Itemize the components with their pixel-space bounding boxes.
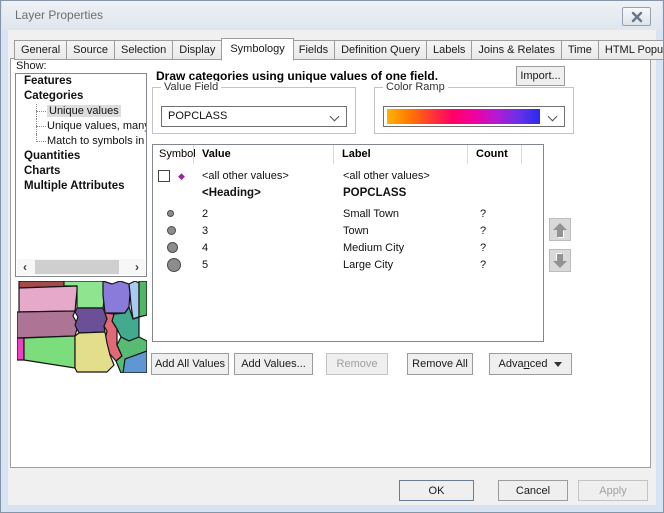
color-ramp-dropdown[interactable] [383, 106, 565, 127]
cell-label: Town [334, 225, 468, 237]
tab-selection[interactable]: Selection [115, 40, 173, 60]
dialog-client-area: GeneralSourceSelectionDisplaySymbologyFi… [8, 30, 656, 505]
tree-item-categories[interactable]: Categories [16, 89, 146, 104]
window-title: Layer Properties [15, 8, 103, 22]
remove-all-button[interactable]: Remove All [407, 353, 473, 375]
map-preview-thumbnail [17, 281, 147, 373]
arrow-down-icon [553, 254, 567, 268]
tab-html-popup[interactable]: HTML Popup [599, 40, 664, 60]
apply-button: Apply [578, 480, 648, 501]
caret-down-icon [554, 362, 562, 371]
import-button[interactable]: Import... [516, 66, 565, 86]
show-label: Show: [16, 60, 47, 72]
all-other-values-checkbox[interactable] [158, 170, 170, 182]
scroll-right-icon[interactable]: › [129, 259, 145, 275]
circle-symbol[interactable] [153, 222, 194, 239]
chevron-down-icon [548, 112, 558, 122]
symbology-tab-page: Show: FeaturesCategoriesUnique valuesUni… [10, 58, 651, 468]
scroll-left-icon[interactable]: ‹ [17, 259, 33, 275]
tree-horizontal-scrollbar[interactable]: ‹ › [17, 259, 145, 275]
value-field-group: Value Field POPCLASS [152, 87, 356, 134]
value-field-dropdown[interactable]: POPCLASS [161, 106, 347, 127]
circle-symbol[interactable] [153, 205, 194, 222]
all-other-values-symbol[interactable]: ◆ [153, 167, 194, 184]
scrollbar-thumb[interactable] [35, 260, 119, 274]
cell-value: 5 [194, 259, 334, 271]
table-row[interactable]: 2Small Town? [153, 205, 543, 222]
tree-item-features[interactable]: Features [16, 74, 146, 89]
tree-item-unique-values-many[interactable]: Unique values, many [16, 119, 146, 134]
circle-icon [167, 242, 178, 253]
cell-value: 3 [194, 225, 334, 237]
color-ramp-label: Color Ramp [383, 81, 448, 93]
title-bar: Layer Properties [2, 1, 662, 30]
table-row[interactable]: ◆ <all other values><all other values> [153, 167, 543, 184]
cell-label: Large City [334, 259, 468, 271]
tree-item-quantities[interactable]: Quantities [16, 149, 146, 164]
show-tree-list[interactable]: FeaturesCategoriesUnique valuesUnique va… [15, 73, 147, 277]
chevron-down-icon [330, 112, 340, 122]
value-field-value: POPCLASS [168, 110, 227, 122]
cell-value: <all other values> [194, 170, 334, 182]
close-button[interactable] [622, 7, 651, 26]
unique-values-table[interactable]: SymbolValueLabelCount ◆ <all other values… [152, 144, 544, 342]
column-header-symbol: Symbol [153, 145, 194, 164]
remove-button: Remove [326, 353, 388, 375]
cell-label: POPCLASS [334, 187, 468, 199]
color-ramp-group: Color Ramp [374, 87, 574, 134]
advanced-button[interactable]: Advanced [489, 353, 572, 375]
column-header-value: Value [194, 145, 334, 164]
circle-icon [167, 258, 181, 272]
tab-labels[interactable]: Labels [427, 40, 472, 60]
table-row[interactable]: <Heading>POPCLASS [153, 184, 543, 201]
color-ramp-gradient [387, 109, 540, 124]
cell-count: ? [468, 225, 522, 237]
value-field-label: Value Field [161, 81, 221, 93]
ok-button[interactable]: OK [399, 480, 474, 501]
tab-joins-relates[interactable]: Joins & Relates [472, 40, 561, 60]
cell-count: ? [468, 259, 522, 271]
cancel-button[interactable]: Cancel [498, 480, 568, 501]
tab-symbology[interactable]: Symbology [221, 38, 293, 61]
cell-label: <all other values> [334, 170, 468, 182]
table-header-row: SymbolValueLabelCount [153, 145, 543, 164]
circle-symbol[interactable] [153, 256, 194, 273]
circle-symbol[interactable] [153, 239, 194, 256]
tab-source[interactable]: Source [67, 40, 115, 60]
cell-value: 4 [194, 242, 334, 254]
layer-properties-dialog: Layer Properties GeneralSourceSelectionD… [0, 0, 664, 513]
column-header-count: Count [468, 145, 522, 164]
cell-count: ? [468, 208, 522, 220]
tree-item-unique-values[interactable]: Unique values [16, 104, 146, 119]
cell-label: Medium City [334, 242, 468, 254]
circle-icon [167, 226, 176, 235]
arrow-up-icon [553, 223, 567, 237]
tab-general[interactable]: General [14, 40, 67, 60]
cell-value: <Heading> [194, 187, 334, 199]
add-values-button[interactable]: Add Values... [234, 353, 313, 375]
move-up-button [549, 218, 571, 241]
tree-item-multiple-attributes[interactable]: Multiple Attributes [16, 179, 146, 194]
cell-label: Small Town [334, 208, 468, 220]
table-row[interactable]: 4Medium City? [153, 239, 543, 256]
tab-time[interactable]: Time [562, 40, 599, 60]
add-all-values-button[interactable]: Add All Values [151, 353, 229, 375]
advanced-label: Advanced [499, 358, 548, 370]
empty-symbol [153, 184, 194, 201]
tab-fields[interactable]: Fields [293, 40, 335, 60]
cell-value: 2 [194, 208, 334, 220]
table-row[interactable]: 5Large City? [153, 256, 543, 273]
tab-bar: GeneralSourceSelectionDisplaySymbologyFi… [14, 38, 664, 60]
tree-item-charts[interactable]: Charts [16, 164, 146, 179]
diamond-icon: ◆ [178, 170, 185, 182]
column-header-label: Label [334, 145, 468, 164]
tree-item-match-to-symbols-in-a[interactable]: Match to symbols in a [16, 134, 146, 149]
circle-icon [167, 210, 174, 217]
tab-definition-query[interactable]: Definition Query [335, 40, 427, 60]
cell-count: ? [468, 242, 522, 254]
tab-display[interactable]: Display [173, 40, 222, 60]
table-row[interactable]: 3Town? [153, 222, 543, 239]
move-down-button [549, 249, 571, 272]
